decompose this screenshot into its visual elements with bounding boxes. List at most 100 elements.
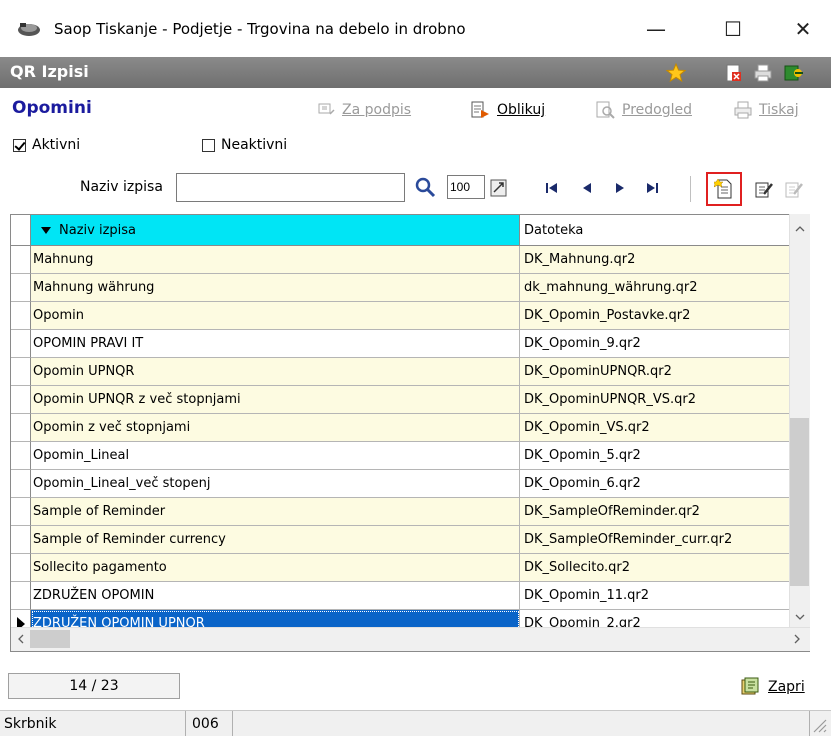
row-selector[interactable] (11, 526, 31, 554)
module-header: QR Izpisi (0, 57, 831, 88)
vertical-scroll-thumb[interactable] (790, 418, 809, 586)
delete-record-icon[interactable] (782, 177, 806, 203)
row-selector[interactable] (11, 442, 31, 470)
cell-naziv[interactable]: Sample of Reminder (31, 498, 520, 526)
table-row[interactable]: Mahnung DK_Mahnung.qr2 (11, 246, 809, 274)
new-document-icon (714, 178, 732, 199)
oblikuj-button[interactable]: Oblikuj (471, 98, 545, 122)
cell-datoteka[interactable]: DK_Opomin_9.qr2 (520, 330, 790, 358)
row-selector[interactable] (11, 246, 31, 274)
horizontal-scroll-thumb[interactable] (30, 630, 70, 648)
zoom-input[interactable] (447, 175, 485, 199)
cell-naziv[interactable]: Opomin_Lineal (31, 442, 520, 470)
row-selector[interactable] (11, 330, 31, 358)
row-selector[interactable] (11, 274, 31, 302)
exit-book-icon[interactable] (782, 63, 804, 83)
cell-datoteka[interactable]: DK_SampleOfReminder_curr.qr2 (520, 526, 790, 554)
cell-datoteka[interactable]: DK_Opomin_VS.qr2 (520, 414, 790, 442)
table-row[interactable]: Mahnung währung dk_mahnung_währung.qr2 (11, 274, 809, 302)
active-checkbox[interactable]: Aktivni (13, 137, 80, 153)
table-row[interactable]: Opomin UPNQR z več stopnjami DK_OpominUP… (11, 386, 809, 414)
resize-grip-icon[interactable] (810, 716, 828, 734)
horizontal-scrollbar[interactable] (11, 627, 810, 651)
row-selector[interactable] (11, 554, 31, 582)
predogled-button[interactable]: Predogled (596, 98, 692, 122)
inactive-checkbox[interactable]: Neaktivni (202, 137, 287, 153)
table-row[interactable]: Opomin z več stopnjami DK_Opomin_VS.qr2 (11, 414, 809, 442)
edit-record-icon[interactable] (752, 177, 776, 203)
column-header-datoteka[interactable]: Datoteka (520, 215, 809, 245)
search-icon[interactable] (413, 174, 437, 200)
first-record-icon[interactable] (540, 175, 564, 201)
cell-naziv[interactable]: Opomin UPNQR (31, 358, 520, 386)
row-selector[interactable] (11, 386, 31, 414)
inactive-checkbox-box[interactable] (202, 138, 215, 152)
record-counter: 14 / 23 (8, 673, 180, 699)
cell-naziv[interactable]: Opomin_Lineal_več stopenj (31, 470, 520, 498)
column-header-naziv[interactable]: Naziv izpisa (31, 215, 520, 245)
module-title: QR Izpisi (10, 62, 89, 81)
active-checkbox-box[interactable] (13, 138, 26, 152)
sort-desc-icon (41, 226, 51, 234)
column-header-naziv-label: Naziv izpisa (59, 222, 136, 238)
zoom-toggle-icon[interactable] (487, 175, 511, 201)
cell-datoteka[interactable]: DK_OpominUPNQR_VS.qr2 (520, 386, 790, 414)
row-selector[interactable] (11, 414, 31, 442)
search-input[interactable] (176, 173, 405, 202)
printer-icon[interactable] (752, 63, 774, 83)
cell-datoteka[interactable]: dk_mahnung_währung.qr2 (520, 274, 790, 302)
cell-naziv[interactable]: Opomin UPNQR z več stopnjami (31, 386, 520, 414)
cell-datoteka[interactable]: DK_Opomin_11.qr2 (520, 582, 790, 610)
cell-datoteka[interactable]: DK_Sollecito.qr2 (520, 554, 790, 582)
close-button[interactable]: Zapri (740, 676, 805, 698)
next-record-icon[interactable] (608, 175, 632, 201)
cell-naziv[interactable]: Sample of Reminder currency (31, 526, 520, 554)
table-row[interactable]: Opomin_Lineal_več stopenj DK_Opomin_6.qr… (11, 470, 809, 498)
table-row[interactable]: Sollecito pagamento DK_Sollecito.qr2 (11, 554, 809, 582)
row-selector[interactable] (11, 498, 31, 526)
preview-icon (596, 101, 615, 119)
cell-naziv[interactable]: Mahnung (31, 246, 520, 274)
scroll-left-icon[interactable] (12, 630, 30, 648)
row-selector[interactable] (11, 582, 31, 610)
table-row[interactable]: Opomin_Lineal DK_Opomin_5.qr2 (11, 442, 809, 470)
last-record-icon[interactable] (640, 175, 664, 201)
previous-record-icon[interactable] (575, 175, 599, 201)
cell-naziv[interactable]: Sollecito pagamento (31, 554, 520, 582)
delete-document-icon[interactable] (723, 63, 745, 83)
cell-naziv[interactable]: Mahnung währung (31, 274, 520, 302)
minimize-button[interactable]: — (636, 14, 676, 44)
star-icon[interactable] (665, 63, 687, 83)
scroll-down-icon[interactable] (791, 608, 809, 626)
cell-naziv[interactable]: Opomin z več stopnjami (31, 414, 520, 442)
cell-datoteka[interactable]: DK_SampleOfReminder.qr2 (520, 498, 790, 526)
scroll-up-icon[interactable] (791, 220, 809, 238)
cell-naziv[interactable]: Opomin (31, 302, 520, 330)
form-title: Opomini (12, 98, 92, 118)
close-window-button[interactable]: ✕ (783, 14, 823, 44)
row-selector[interactable] (11, 358, 31, 386)
cell-datoteka[interactable]: DK_OpominUPNQR.qr2 (520, 358, 790, 386)
cell-naziv[interactable]: ZDRUŽEN OPOMIN (31, 582, 520, 610)
table-row[interactable]: Opomin UPNQR DK_OpominUPNQR.qr2 (11, 358, 809, 386)
cell-datoteka[interactable]: DK_Mahnung.qr2 (520, 246, 790, 274)
tiskaj-button[interactable]: Tiskaj (733, 98, 799, 122)
cell-datoteka[interactable]: DK_Opomin_Postavke.qr2 (520, 302, 790, 330)
signature-icon (318, 103, 335, 115)
cell-datoteka[interactable]: DK_Opomin_6.qr2 (520, 470, 790, 498)
table-row[interactable]: OPOMIN PRAVI IT DK_Opomin_9.qr2 (11, 330, 809, 358)
maximize-button[interactable]: ☐ (713, 14, 753, 44)
scroll-right-icon[interactable] (788, 630, 806, 648)
status-empty-panel (235, 711, 810, 736)
za-podpis-button[interactable]: Za podpis (318, 98, 411, 122)
row-selector[interactable] (11, 302, 31, 330)
table-row[interactable]: ZDRUŽEN OPOMIN DK_Opomin_11.qr2 (11, 582, 809, 610)
new-record-button[interactable] (706, 172, 742, 206)
table-row[interactable]: Opomin DK_Opomin_Postavke.qr2 (11, 302, 809, 330)
row-selector[interactable] (11, 470, 31, 498)
cell-naziv[interactable]: OPOMIN PRAVI IT (31, 330, 520, 358)
table-row[interactable]: Sample of Reminder currency DK_SampleOfR… (11, 526, 809, 554)
table-row[interactable]: Sample of Reminder DK_SampleOfReminder.q… (11, 498, 809, 526)
window-titlebar: Saop Tiskanje - Podjetje - Trgovina na d… (0, 0, 831, 57)
cell-datoteka[interactable]: DK_Opomin_5.qr2 (520, 442, 790, 470)
